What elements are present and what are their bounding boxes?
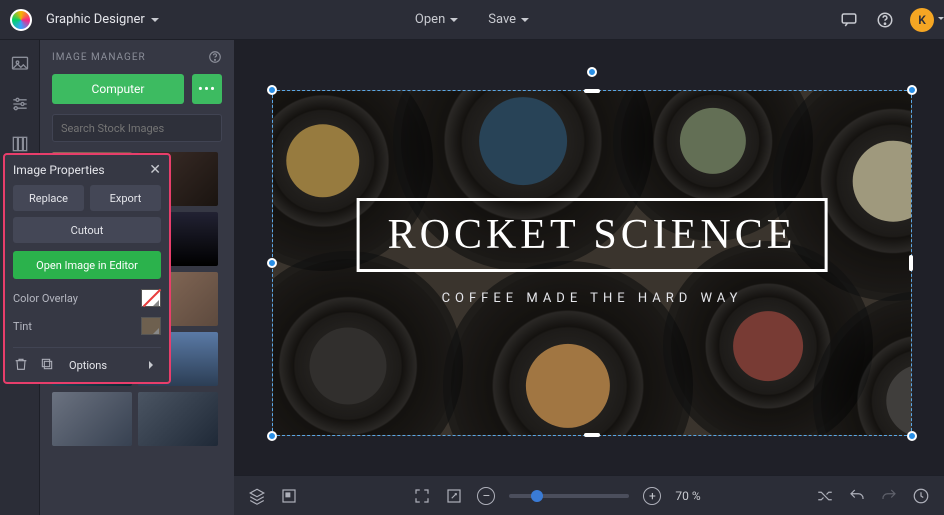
image-thumbnail[interactable] [52, 392, 132, 446]
design-title: ROCKET SCIENCE [357, 198, 828, 272]
zoom-slider[interactable] [509, 494, 629, 498]
tint-label: Tint [13, 320, 32, 333]
top-right: K [838, 8, 934, 32]
resize-handle-mr[interactable] [909, 255, 913, 271]
help-icon[interactable] [874, 9, 896, 31]
zoom-in-button[interactable]: + [643, 487, 661, 505]
zoom-percent: 70 % [675, 489, 700, 503]
resize-handle-tl[interactable] [267, 85, 277, 95]
canvas-area[interactable]: ROCKET SCIENCE COFFEE MADE THE HARD WAY [234, 40, 944, 475]
zoom-out-button[interactable]: – [477, 487, 495, 505]
adjust-tool-icon[interactable] [10, 94, 30, 114]
actual-size-icon[interactable] [445, 487, 463, 505]
panel-help-icon[interactable] [208, 50, 222, 64]
resize-handle-tr[interactable] [907, 85, 917, 95]
properties-title: Image Properties [13, 163, 105, 177]
open-menu[interactable]: Open [407, 6, 466, 33]
shuffle-icon[interactable] [816, 487, 834, 505]
close-icon[interactable]: ✕ [149, 162, 161, 178]
mode-label: Graphic Designer [46, 12, 145, 27]
replace-button[interactable]: Replace [13, 185, 84, 211]
chevron-down-icon [450, 18, 458, 26]
upload-more-button[interactable]: ••• [192, 74, 222, 104]
chevron-right-icon [149, 361, 157, 369]
undo-icon[interactable] [848, 487, 866, 505]
selected-image[interactable]: ROCKET SCIENCE COFFEE MADE THE HARD WAY [272, 90, 912, 436]
duplicate-icon[interactable] [39, 356, 57, 374]
export-button[interactable]: Export [90, 185, 161, 211]
layers-icon[interactable] [248, 487, 266, 505]
top-bar: Graphic Designer Open Save K [0, 0, 944, 40]
resize-handle-br[interactable] [907, 431, 917, 441]
image-tool-icon[interactable] [10, 54, 30, 74]
redo-icon[interactable] [880, 487, 898, 505]
resize-handle-mb[interactable] [584, 433, 600, 437]
image-properties-panel: Image Properties ✕ Replace Export Cutout… [3, 153, 171, 384]
design-subtitle: COFFEE MADE THE HARD WAY [442, 291, 743, 306]
layout-tool-icon[interactable] [10, 134, 30, 154]
canvas-settings-icon[interactable] [280, 487, 298, 505]
resize-handle-bl[interactable] [267, 431, 277, 441]
bottom-bar: – + 70 % [234, 475, 944, 515]
history-icon[interactable] [912, 487, 930, 505]
mode-selector[interactable]: Graphic Designer [46, 12, 159, 27]
delete-icon[interactable] [13, 356, 31, 374]
app-logo[interactable] [10, 9, 32, 31]
resize-handle-ml[interactable] [267, 258, 277, 268]
upload-computer-button[interactable]: Computer [52, 74, 184, 104]
user-avatar[interactable]: K [910, 8, 934, 32]
search-stock-input[interactable] [52, 114, 222, 142]
color-overlay-swatch[interactable] [141, 289, 161, 307]
open-in-editor-button[interactable]: Open Image in Editor [13, 251, 161, 279]
chevron-down-icon [521, 18, 529, 26]
tint-swatch[interactable] [141, 317, 161, 335]
color-overlay-label: Color Overlay [13, 292, 78, 305]
options-button[interactable]: Options [65, 359, 161, 372]
cutout-button[interactable]: Cutout [13, 217, 161, 243]
panel-heading: IMAGE MANAGER [52, 52, 146, 63]
image-thumbnail[interactable] [138, 392, 218, 446]
rotate-handle[interactable] [587, 67, 597, 77]
resize-handle-mt[interactable] [584, 89, 600, 93]
save-menu[interactable]: Save [480, 6, 537, 33]
fit-screen-icon[interactable] [413, 487, 431, 505]
zoom-slider-knob[interactable] [531, 490, 543, 502]
chevron-down-icon [151, 18, 159, 26]
feedback-icon[interactable] [838, 9, 860, 31]
center-menus: Open Save [407, 6, 537, 33]
